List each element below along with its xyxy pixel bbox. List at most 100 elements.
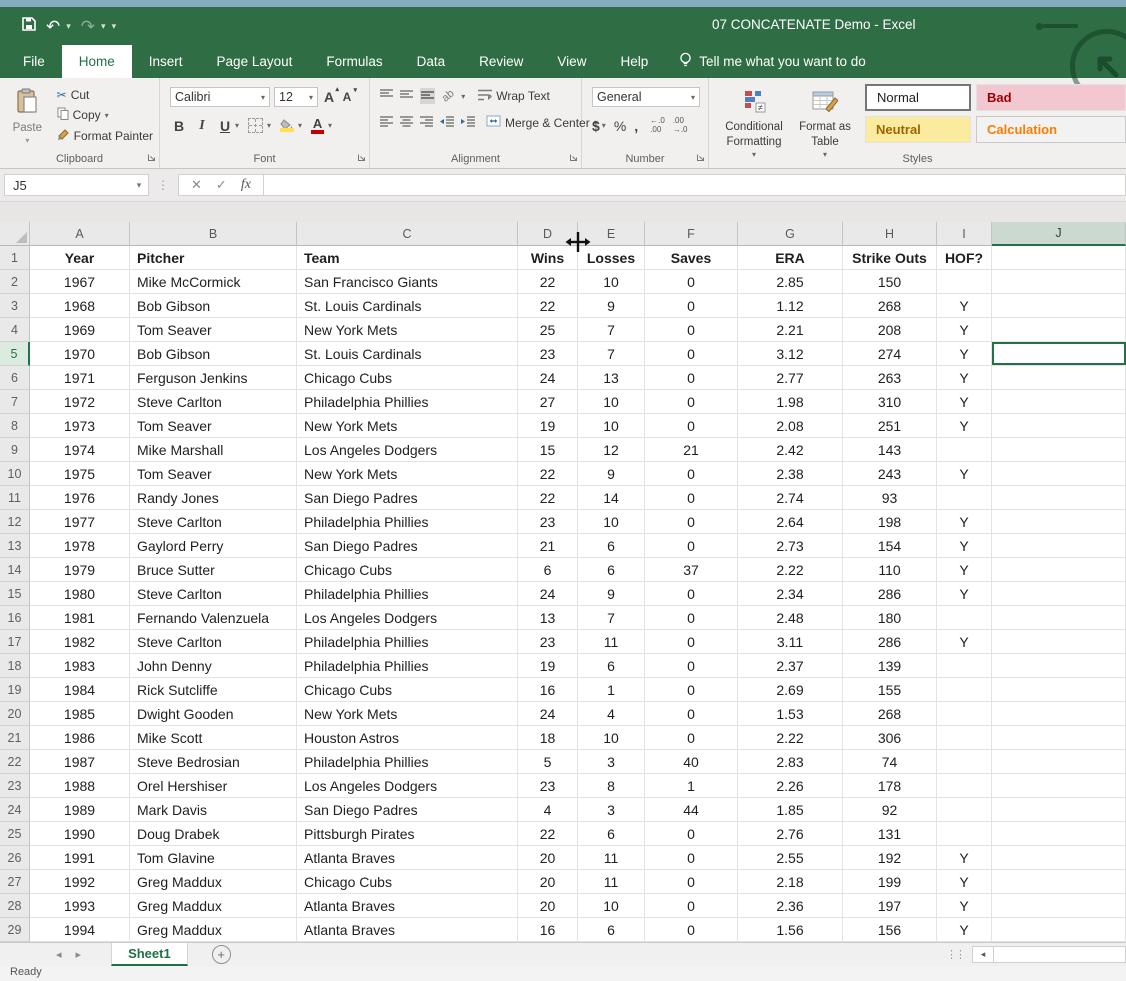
cell-D26[interactable]: 20 xyxy=(518,846,578,870)
cell-E6[interactable]: 13 xyxy=(578,366,645,390)
align-top-button[interactable] xyxy=(380,89,393,103)
cell-I17[interactable]: Y xyxy=(937,630,992,654)
row-header-21[interactable]: 21 xyxy=(0,726,30,750)
cell-F8[interactable]: 0 xyxy=(645,414,738,438)
clipboard-dialog-launcher[interactable] xyxy=(147,151,156,165)
cell-G11[interactable]: 2.74 xyxy=(738,486,843,510)
cell-F19[interactable]: 0 xyxy=(645,678,738,702)
cell-H9[interactable]: 143 xyxy=(843,438,937,462)
cell-A24[interactable]: 1989 xyxy=(30,798,130,822)
row-header-24[interactable]: 24 xyxy=(0,798,30,822)
cell-D2[interactable]: 22 xyxy=(518,270,578,294)
cell-A14[interactable]: 1979 xyxy=(30,558,130,582)
cell-F10[interactable]: 0 xyxy=(645,462,738,486)
cell-D27[interactable]: 20 xyxy=(518,870,578,894)
cell-E4[interactable]: 7 xyxy=(578,318,645,342)
name-box-dropdown-icon[interactable]: ▾ xyxy=(130,180,148,191)
cell-E28[interactable]: 10 xyxy=(578,894,645,918)
cell-F25[interactable]: 0 xyxy=(645,822,738,846)
column-header-B[interactable]: B xyxy=(130,222,297,246)
cell-I1[interactable]: HOF? xyxy=(937,246,992,270)
cell-A21[interactable]: 1986 xyxy=(30,726,130,750)
cell-H29[interactable]: 156 xyxy=(843,918,937,942)
merge-center-button[interactable]: Merge & Center ▾ xyxy=(486,115,598,130)
cell-C7[interactable]: Philadelphia Phillies xyxy=(297,390,518,414)
cell-H2[interactable]: 150 xyxy=(843,270,937,294)
scrollbar-thumb[interactable] xyxy=(994,946,1126,963)
cell-J18[interactable] xyxy=(992,654,1126,678)
align-middle-button[interactable] xyxy=(400,89,413,103)
cell-A16[interactable]: 1981 xyxy=(30,606,130,630)
cell-G16[interactable]: 2.48 xyxy=(738,606,843,630)
cell-G6[interactable]: 2.77 xyxy=(738,366,843,390)
cell-J22[interactable] xyxy=(992,750,1126,774)
cell-E25[interactable]: 6 xyxy=(578,822,645,846)
cell-E26[interactable]: 11 xyxy=(578,846,645,870)
cell-C12[interactable]: Philadelphia Phillies xyxy=(297,510,518,534)
cell-C27[interactable]: Chicago Cubs xyxy=(297,870,518,894)
cell-D17[interactable]: 23 xyxy=(518,630,578,654)
paste-button[interactable]: Paste ▾ xyxy=(8,86,47,146)
cell-F18[interactable]: 0 xyxy=(645,654,738,678)
cell-A18[interactable]: 1983 xyxy=(30,654,130,678)
cell-I25[interactable] xyxy=(937,822,992,846)
cell-C25[interactable]: Pittsburgh Pirates xyxy=(297,822,518,846)
cell-I10[interactable]: Y xyxy=(937,462,992,486)
cell-H7[interactable]: 310 xyxy=(843,390,937,414)
cell-G10[interactable]: 2.38 xyxy=(738,462,843,486)
row-header-5[interactable]: 5 xyxy=(0,342,30,366)
cell-E5[interactable]: 7 xyxy=(578,342,645,366)
row-header-14[interactable]: 14 xyxy=(0,558,30,582)
cell-B3[interactable]: Bob Gibson xyxy=(130,294,297,318)
cell-A28[interactable]: 1993 xyxy=(30,894,130,918)
cell-F14[interactable]: 37 xyxy=(645,558,738,582)
row-header-2[interactable]: 2 xyxy=(0,270,30,294)
align-bottom-button[interactable] xyxy=(420,88,435,104)
cell-A26[interactable]: 1991 xyxy=(30,846,130,870)
undo-button[interactable]: ↶ xyxy=(46,18,60,35)
cell-F7[interactable]: 0 xyxy=(645,390,738,414)
row-header-18[interactable]: 18 xyxy=(0,654,30,678)
cell-C28[interactable]: Atlanta Braves xyxy=(297,894,518,918)
cell-B20[interactable]: Dwight Gooden xyxy=(130,702,297,726)
cell-H12[interactable]: 198 xyxy=(843,510,937,534)
cell-G22[interactable]: 2.83 xyxy=(738,750,843,774)
cell-C11[interactable]: San Diego Padres xyxy=(297,486,518,510)
cell-A19[interactable]: 1984 xyxy=(30,678,130,702)
number-dialog-launcher[interactable] xyxy=(696,151,705,165)
cell-F22[interactable]: 40 xyxy=(645,750,738,774)
cell-A4[interactable]: 1969 xyxy=(30,318,130,342)
cell-J17[interactable] xyxy=(992,630,1126,654)
cell-I18[interactable] xyxy=(937,654,992,678)
cell-C13[interactable]: San Diego Padres xyxy=(297,534,518,558)
cell-I29[interactable]: Y xyxy=(937,918,992,942)
cell-G29[interactable]: 1.56 xyxy=(738,918,843,942)
cell-G17[interactable]: 3.11 xyxy=(738,630,843,654)
cell-B24[interactable]: Mark Davis xyxy=(130,798,297,822)
cell-I6[interactable]: Y xyxy=(937,366,992,390)
cell-J10[interactable] xyxy=(992,462,1126,486)
cell-H16[interactable]: 180 xyxy=(843,606,937,630)
row-header-15[interactable]: 15 xyxy=(0,582,30,606)
cell-J9[interactable] xyxy=(992,438,1126,462)
cell-A5[interactable]: 1970 xyxy=(30,342,130,366)
cell-C19[interactable]: Chicago Cubs xyxy=(297,678,518,702)
cell-E14[interactable]: 6 xyxy=(578,558,645,582)
cell-D9[interactable]: 15 xyxy=(518,438,578,462)
cell-F16[interactable]: 0 xyxy=(645,606,738,630)
cancel-button[interactable]: ✕ xyxy=(191,177,202,193)
formula-input[interactable] xyxy=(264,174,1126,196)
cell-B21[interactable]: Mike Scott xyxy=(130,726,297,750)
font-dialog-launcher[interactable] xyxy=(357,151,366,165)
row-header-7[interactable]: 7 xyxy=(0,390,30,414)
cell-H11[interactable]: 93 xyxy=(843,486,937,510)
cell-A15[interactable]: 1980 xyxy=(30,582,130,606)
underline-dropdown-icon[interactable]: ▾ xyxy=(235,121,239,130)
orientation-button[interactable]: ab xyxy=(440,87,457,104)
cell-H5[interactable]: 274 xyxy=(843,342,937,366)
cell-D10[interactable]: 22 xyxy=(518,462,578,486)
row-header-1[interactable]: 1 xyxy=(0,246,30,270)
cell-C29[interactable]: Atlanta Braves xyxy=(297,918,518,942)
cell-J6[interactable] xyxy=(992,366,1126,390)
cell-I27[interactable]: Y xyxy=(937,870,992,894)
